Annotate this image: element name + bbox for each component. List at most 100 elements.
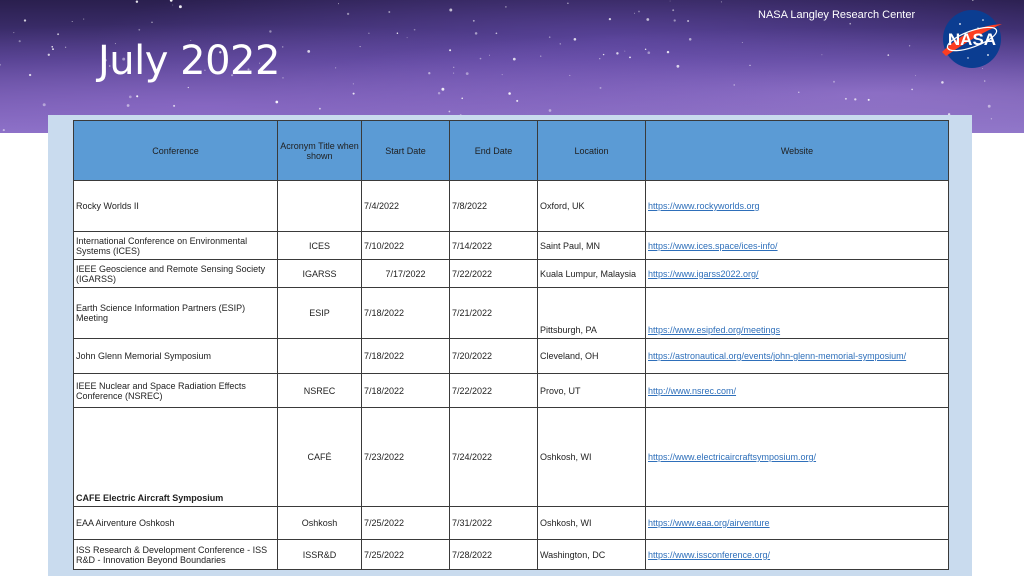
star [516,99,519,102]
star [187,86,189,89]
acronym-cell: NSREC [277,373,362,408]
star [616,52,619,55]
star [318,107,321,110]
star [437,91,441,95]
acronym-cell [277,338,362,374]
website-link[interactable]: https://www.esipfed.org/meetings [648,325,780,335]
star [941,81,944,84]
end-date-cell: 7/21/2022 [449,287,538,339]
acronym-cell: ICES [277,231,362,260]
website-cell: http://www.nsrec.com/ [645,373,949,408]
column-header-website: Website [645,120,949,181]
website-cell: https://www.rockyworlds.org [645,180,949,232]
star [28,73,32,77]
star [52,48,54,51]
table-row: Earth Science Information Partners (ESIP… [73,287,949,339]
star [569,74,571,76]
star [733,84,735,86]
conference-cell: John Glenn Memorial Symposium [73,338,278,374]
location-cell: Cleveland, OH [537,338,646,374]
star [359,46,361,48]
star [2,129,5,132]
acronym-cell: ESIP [277,287,362,339]
location-cell: Provo, UT [537,373,646,408]
start-date-cell: 7/23/2022 [361,407,450,507]
location-cell: Oshkosh, WI [537,407,646,507]
table-row: EAA Airventure Oshkosh Oshkosh 7/25/2022… [73,506,949,540]
star [151,21,153,23]
star [540,55,542,57]
website-link[interactable]: https://www.rockyworlds.org [648,201,760,211]
star [173,104,176,107]
star [867,98,870,101]
star [126,104,130,107]
star [428,72,431,75]
website-link[interactable]: https://www.electricaircraftsymposium.or… [648,452,816,462]
star [599,58,601,60]
star [352,83,354,85]
star [599,86,602,89]
start-date-cell: 7/18/2022 [361,373,450,408]
table-row: International Conference on Environmenta… [73,231,949,260]
star [666,50,670,54]
star [441,87,445,91]
star [987,104,991,108]
location-cell: Oshkosh, WI [537,506,646,540]
star [406,37,408,39]
website-link[interactable]: https://www.igarss2022.org/ [648,269,759,279]
star [453,72,455,74]
start-date-cell: 7/10/2022 [361,231,450,260]
website-link[interactable]: https://astronautical.org/events/john-gl… [648,351,906,361]
star [720,1,722,3]
star [495,32,498,35]
website-link[interactable]: https://www.issconference.org/ [648,550,770,560]
website-cell: https://www.ices.space/ices-info/ [645,231,949,260]
star [990,118,993,120]
end-date-cell: 7/22/2022 [449,259,538,288]
acronym-cell: Oshkosh [277,506,362,540]
end-date-cell: 7/28/2022 [449,539,538,570]
star [559,43,561,45]
star [573,38,577,41]
website-link[interactable]: https://www.eaa.org/airventure [648,518,770,528]
star [512,57,516,61]
star [911,88,913,91]
start-date-cell: 7/25/2022 [361,539,450,570]
star [548,109,552,112]
table-row: John Glenn Memorial Symposium 7/18/2022 … [73,338,949,374]
start-date-cell: 7/18/2022 [361,338,450,374]
star [269,30,272,33]
star [83,18,85,20]
website-cell: https://www.igarss2022.org/ [645,259,949,288]
website-cell: https://astronautical.org/events/john-gl… [645,338,949,374]
nasa-logo-icon: NASA [942,10,1002,68]
star [629,56,631,59]
website-cell: https://www.issconference.org/ [645,539,949,570]
website-cell: https://www.electricaircraftsymposium.or… [645,407,949,507]
star [474,32,478,35]
star [352,92,355,95]
star [449,8,453,12]
star [275,100,279,104]
star [688,38,692,41]
location-cell: Kuala Lumpur, Malaysia [537,259,646,288]
column-header-conference: Conference [73,120,278,181]
star [673,19,676,22]
star [833,80,835,83]
star [388,11,391,13]
start-date-cell: 7/17/2022 [361,259,450,288]
website-link[interactable]: https://www.ices.space/ices-info/ [648,241,778,251]
star [821,54,823,56]
conference-cell: International Conference on Environmenta… [73,231,278,260]
star [567,2,569,4]
table-header-row: Conference Acronym Title when shown Star… [73,120,949,181]
star [646,18,650,21]
end-date-cell: 7/24/2022 [449,407,538,507]
star [638,10,640,13]
website-link[interactable]: http://www.nsrec.com/ [648,386,736,396]
star [972,0,974,1]
website-cell: https://www.eaa.org/airventure [645,506,949,540]
star [489,54,490,56]
star [983,80,986,82]
start-date-cell: 7/18/2022 [361,287,450,339]
